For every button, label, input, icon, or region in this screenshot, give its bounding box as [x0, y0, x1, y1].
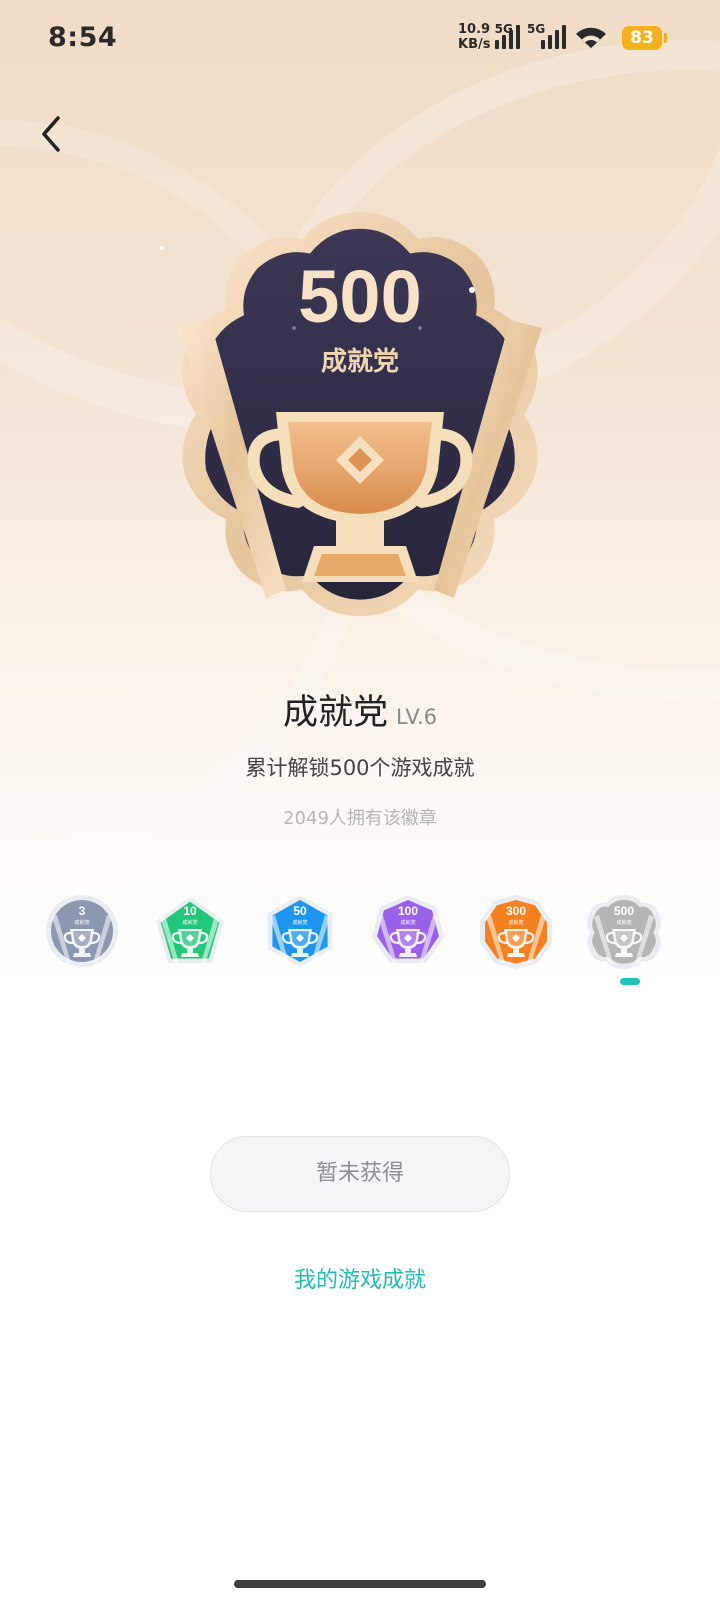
badge-level-number: 500: [614, 904, 634, 918]
badge-level-100[interactable]: 100成就党: [370, 893, 446, 969]
badge-title: 成就党: [282, 693, 388, 733]
badge-level-number: 300: [506, 904, 526, 918]
battery-tip: [664, 33, 667, 43]
status-bar: 8:54 10.9 5G KB/s 5G 83: [0, 0, 720, 80]
badge-level-10[interactable]: 10成就党: [152, 893, 228, 969]
badge-level-label: 成就党: [616, 919, 631, 926]
not-obtained-button[interactable]: 暂未获得: [210, 1136, 510, 1212]
badge-level-3[interactable]: 3成就党: [44, 893, 120, 969]
my-game-achievements-link[interactable]: 我的游戏成就: [0, 1262, 720, 1294]
badge-level-50[interactable]: 50成就党: [262, 893, 338, 969]
badge-name: 成就党: [321, 347, 399, 377]
badge-level: LV.6: [395, 705, 438, 729]
badge-level-label: 成就党: [400, 919, 415, 926]
badge-number: 500: [298, 255, 421, 338]
network-speed-unit: KB/s: [458, 37, 491, 52]
status-time: 8:54: [48, 22, 118, 53]
signal-icon-1: [495, 25, 520, 49]
badge-level-number: 10: [183, 904, 197, 918]
badge-level-label: 成就党: [292, 919, 307, 926]
badge-title-row: 成就党 LV.6: [0, 684, 720, 735]
selected-indicator: [620, 978, 640, 985]
badge-level-label: 成就党: [74, 919, 89, 926]
network-speed-value: 10.9: [458, 22, 491, 37]
badge-level-number: 50: [293, 904, 307, 918]
badge-level-number: 100: [398, 904, 418, 918]
badge-level-300[interactable]: 300成就党: [478, 893, 554, 969]
badge-level-selector: 3 成就党 10 成就党 50 成就党 100 成就党 300 成就党 500 成就党: [0, 893, 720, 983]
achievement-badge-large: 500 成就党: [160, 212, 542, 617]
wifi-icon: [576, 27, 606, 48]
badge-level-label: 成就党: [508, 919, 523, 926]
badge-level-500[interactable]: 500成就党: [586, 893, 662, 969]
badge-level-number: 3: [79, 904, 86, 918]
badge-owners-count: 2049人拥有该徽章: [283, 808, 437, 829]
signal-icon-2: [541, 25, 566, 49]
badge-description: 累计解锁500个游戏成就: [245, 756, 475, 780]
battery-icon: 83: [622, 26, 662, 50]
badge-level-label: 成就党: [182, 919, 197, 926]
back-arrow-icon[interactable]: [32, 112, 72, 156]
home-indicator: [234, 1580, 486, 1588]
